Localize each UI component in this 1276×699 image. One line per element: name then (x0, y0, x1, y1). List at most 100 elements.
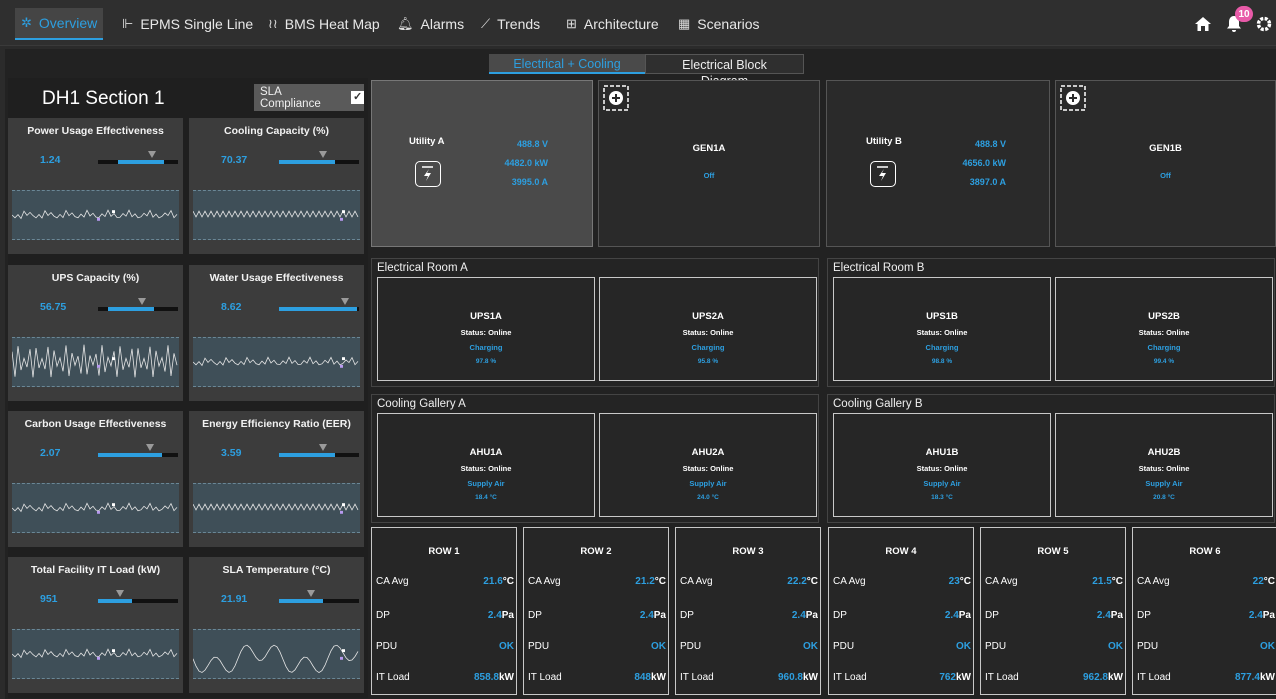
metric-value-wrap: 2.4Pa (640, 610, 666, 621)
kpi-value: 70.37 (221, 154, 248, 166)
toggle-electrical-cooling[interactable]: Electrical + Cooling (489, 54, 645, 74)
notifications-button[interactable]: 10 (1226, 6, 1253, 38)
metric-value: 2.4 (1096, 610, 1111, 621)
ups-card[interactable]: UPS2A Status: Online Charging 95.8 % (599, 277, 817, 381)
metric-label: CA Avg (1137, 576, 1170, 587)
group-label: Cooling Gallery A (377, 398, 466, 410)
ahu-card[interactable]: AHU1B Status: Online Supply Air 18.3 °C (833, 413, 1051, 517)
tab-overview[interactable]: ✲ Overview (15, 8, 104, 40)
metric-value-wrap: 960.8kW (778, 672, 818, 683)
tab-bms-heat-map[interactable]: ≀≀ BMS Heat Map (262, 8, 386, 40)
row-card[interactable]: ROW 6 CA Avg 22°C DP 2.4Pa PDU OK IT Load 877.4k… (1132, 527, 1276, 695)
top-nav-bar: ✲ Overview ⊩ EPMS Single Line ≀≀ BMS Heat M… (0, 0, 1276, 46)
unit-name: UPS2A (692, 311, 724, 322)
unit-mode: Supply Air (1145, 479, 1183, 488)
unit-name: UPS1A (470, 311, 502, 322)
row-metric: IT Load 877.4kW (1137, 672, 1275, 686)
row-metric: CA Avg 21.5°C (985, 576, 1123, 590)
kpi-tile-eer[interactable]: Energy Efficiency Ratio (EER) 3.59 (189, 411, 364, 547)
kpi-sparkline (193, 483, 360, 533)
metric-unit: °C (959, 576, 971, 587)
bolt-icon (415, 161, 441, 187)
ahu-card[interactable]: AHU2B Status: Online Supply Air 20.8 °C (1055, 413, 1273, 517)
kpi-bar-fill (98, 599, 132, 603)
metric-unit: °C (1263, 576, 1275, 587)
metric-label: DP (833, 610, 847, 621)
metric-label: PDU (528, 641, 550, 652)
heat-map-icon: ≀≀ (268, 16, 278, 31)
unit-status: Status: Online (682, 464, 734, 473)
kpi-value: 8.62 (221, 301, 242, 313)
unit-value: 18.4 °C (475, 494, 497, 501)
kpi-tile-it-load[interactable]: Total Facility IT Load (kW) 951 (8, 557, 183, 693)
tab-scenarios[interactable]: ▦ Scenarios (672, 8, 766, 40)
utility-card-a[interactable]: Utility A 488.8 V 4482.0 kW 3995.0 A (371, 80, 593, 247)
kpi-sparkline (193, 337, 360, 387)
kpi-bar-fill (279, 160, 335, 164)
sla-compliance-toggle[interactable]: SLA Compliance ✓ (254, 84, 364, 111)
row-card[interactable]: ROW 2 CA Avg 21.2°C DP 2.4Pa PDU OK IT Load 848k… (523, 527, 669, 695)
unit-value: 99.4 % (1153, 358, 1175, 365)
metric-unit: °C (502, 576, 514, 587)
ahu-card[interactable]: AHU1A Status: Online Supply Air 18.4 °C (377, 413, 595, 517)
metric-value-wrap: 22.2°C (787, 576, 818, 587)
metric-unit: °C (1111, 576, 1123, 587)
kpi-marker (148, 151, 156, 158)
home-button[interactable] (1194, 10, 1212, 38)
kpi-tile-pue[interactable]: Power Usage Effectiveness 1.24 (8, 118, 183, 254)
row-card[interactable]: ROW 5 CA Avg 21.5°C DP 2.4Pa PDU OK IT Load 962.… (980, 527, 1126, 695)
generator-card-a[interactable]: GEN1A Off (598, 80, 820, 247)
ups-card[interactable]: UPS1B Status: Online Charging 98.8 % (833, 277, 1051, 381)
metric-unit: Pa (501, 610, 514, 621)
metric-value-wrap: 2.4Pa (488, 610, 514, 621)
kpi-tile-sla-temperature[interactable]: SLA Temperature (°C) 21.91 (189, 557, 364, 693)
metric-value-wrap: 848kW (634, 672, 666, 683)
metric-label: IT Load (985, 672, 1019, 683)
utility-current: 3897.0 A (969, 177, 1006, 187)
generator-status: Off (1160, 171, 1171, 180)
utility-card-b[interactable]: Utility B 488.8 V 4656.0 kW 3897.0 A (826, 80, 1050, 247)
kpi-sparkline (12, 337, 179, 387)
kpi-tile-ups-capacity[interactable]: UPS Capacity (%) 56.75 (8, 265, 183, 401)
ups-card[interactable]: UPS1A Status: Online Charging 97.8 % (377, 277, 595, 381)
row-title: ROW 1 (428, 546, 460, 557)
row-card[interactable]: ROW 1 CA Avg 21.6°C DP 2.4Pa PDU OK IT Load 858.… (371, 527, 517, 695)
row-metric: PDU OK (528, 641, 666, 655)
kpi-bar (98, 590, 178, 603)
tab-architecture[interactable]: ⊞ Architecture (560, 8, 665, 40)
toggle-electrical-block-diagram[interactable]: Electrical Block Diagram (645, 54, 804, 88)
tab-epms-single-line[interactable]: ⊩ EPMS Single Line (116, 8, 259, 40)
row-card[interactable]: ROW 3 CA Avg 22.2°C DP 2.4Pa PDU OK IT Load 960.… (675, 527, 821, 695)
row-metric: PDU OK (376, 641, 514, 655)
ups-card[interactable]: UPS2B Status: Online Charging 99.4 % (1055, 277, 1273, 381)
ahu-card[interactable]: AHU2A Status: Online Supply Air 24.0 °C (599, 413, 817, 517)
generator-card-b[interactable]: GEN1B Off (1055, 80, 1276, 247)
utility-voltage: 488.8 V (974, 139, 1006, 149)
tab-trends[interactable]: ⟋ Trends (475, 8, 546, 40)
metric-value-wrap: 21.5°C (1092, 576, 1123, 587)
metric-unit: Pa (653, 610, 666, 621)
kpi-tile-cue[interactable]: Carbon Usage Effectiveness 2.07 (8, 411, 183, 547)
row-metric: CA Avg 21.2°C (528, 576, 666, 590)
unit-mode: Supply Air (689, 479, 727, 488)
unit-name: UPS1B (926, 311, 958, 322)
metric-unit: Pa (805, 610, 818, 621)
metric-value: 962.8 (1082, 672, 1108, 683)
settings-button[interactable] (1255, 10, 1273, 38)
metric-label: IT Load (376, 672, 410, 683)
tab-alarms[interactable]: 🔔︎ Alarms (391, 8, 470, 40)
kpi-tile-cooling-capacity[interactable]: Cooling Capacity (%) 70.37 (189, 118, 364, 254)
row-title: ROW 5 (1037, 546, 1069, 557)
kpi-tile-wue[interactable]: Water Usage Effectiveness 8.62 (189, 265, 364, 401)
metric-label: DP (376, 610, 390, 621)
metric-unit: Pa (1110, 610, 1123, 621)
kpi-title: Water Usage Effectiveness (209, 272, 344, 284)
metric-value-wrap: 2.4Pa (1249, 610, 1275, 621)
row-title: ROW 2 (580, 546, 612, 557)
metric-value: OK (1260, 641, 1275, 652)
trend-icon: ⟋ (481, 16, 491, 31)
kpi-bar (279, 151, 359, 164)
row-card[interactable]: ROW 4 CA Avg 23°C DP 2.4Pa PDU OK IT Load 762kW (828, 527, 974, 695)
utility-power: 4656.0 kW (962, 158, 1006, 168)
metric-label: CA Avg (376, 576, 409, 587)
